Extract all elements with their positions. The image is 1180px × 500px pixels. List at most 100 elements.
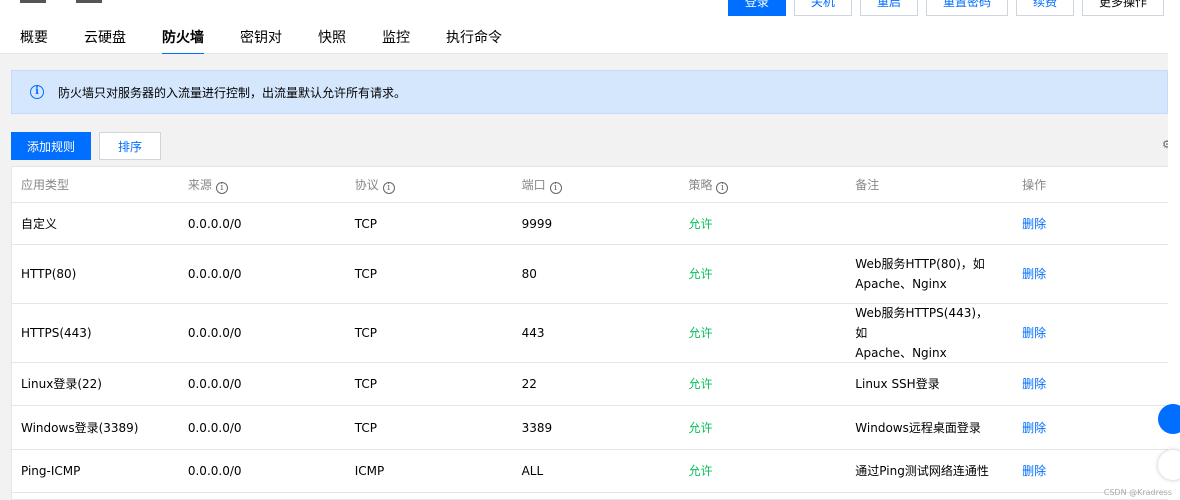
column-header: 协议 i [346,175,513,195]
cell-source: 0.0.0.0/0 [187,464,242,478]
cell-type: Linux登录(22) [21,377,102,391]
cell-policy: 允许 [688,377,713,391]
note-line: Windows远程桌面登录 [855,420,981,435]
note-line: Linux SSH登录 [855,377,940,391]
tab-bar: 概要 云硬盘 防火墙 密钥对 快照 监控 执行命令 [0,22,1168,55]
info-icon[interactable]: i [382,181,395,194]
cell-protocol: TCP [354,420,377,435]
firewall-rules-table: 应用类型 来源 i 协议 i 端口 i 策略 i 备注 操作 自定义 0.0.0.0/0… [11,166,1168,500]
column-header: 来源 i [179,175,346,195]
column-header: 备注 [846,175,1013,195]
cell-policy: 允许 [688,326,713,340]
cell-source: 0.0.0.0/0 [187,377,242,391]
cell-protocol: TCP [354,377,377,391]
cell-type: 自定义 [21,216,58,231]
cell-note: Web服务HTTP(80)，如 Apache、Nginx [846,254,1013,294]
note-line: 通过Ping测试网络连通性 [855,464,989,478]
info-icon[interactable]: i [716,181,729,194]
table-header: 应用类型 来源 i 协议 i 端口 i 策略 i 备注 操作 [12,167,1168,203]
column-label: 策略 [688,177,713,192]
cell-type: HTTP(80) [21,267,77,281]
cell-protocol: TCP [354,216,377,231]
restart-button[interactable]: 重启 [859,0,918,16]
watermark: CSDN @Kradress [1103,488,1172,497]
note-line: Web服务HTTPS(443)，如 [855,306,989,340]
info-icon[interactable]: i [549,181,562,194]
cell-type: Windows登录(3389) [21,420,139,435]
table-row: HTTP(80) 0.0.0.0/0 TCP 80 允许 Web服务HTTP(8… [12,245,1168,304]
reset-password-button[interactable]: 重置密码 [925,0,1008,16]
cell-source: 0.0.0.0/0 [187,216,242,231]
cell-policy: 允许 [688,420,713,435]
column-header: 应用类型 [12,175,179,195]
note-line: Apache、Nginx [855,346,947,360]
delete-link[interactable]: 删除 [1013,323,1168,343]
info-icon[interactable]: i [215,181,228,194]
tab-overview[interactable]: 概要 [20,22,48,54]
help-float-button[interactable] [1158,404,1180,434]
cell-port: ALL [521,464,544,478]
column-label: 操作 [1022,177,1047,192]
info-banner: i 防火墙只对服务器的入流量进行控制，出流量默认允许所有请求。 [11,70,1168,114]
column-header: 端口 i [513,175,680,195]
cell-port: 80 [521,267,537,281]
delete-link[interactable]: 删除 [1013,461,1168,481]
cell-note: Windows远程桌面登录 [846,418,1013,438]
tab-firewall[interactable]: 防火墙 [162,22,204,55]
table-row: HTTPS(443) 0.0.0.0/0 TCP 443 允许 Web服务HTT… [12,304,1168,363]
column-header: 操作 [1013,175,1168,195]
cell-port: 3389 [521,420,553,435]
cell-port: 443 [521,326,545,340]
cell-port: 9999 [521,216,553,231]
column-header: 策略 i [679,175,846,195]
table-row: Linux登录(22) 0.0.0.0/0 TCP 22 允许 Linux SS… [12,363,1168,406]
info-icon: i [30,85,44,99]
delete-link[interactable]: 删除 [1013,264,1168,284]
cell-policy: 允许 [688,267,713,281]
header-actions: 登录 关机 重启 重置密码 续费 更多操作 [727,0,1164,16]
table-row: 自定义 0.0.0.0/0 TCP 9999 允许 删除 [12,203,1168,245]
add-rule-button[interactable]: 添加规则 [11,132,91,160]
sort-button[interactable]: 排序 [99,132,161,160]
app-frame: 登录 关机 重启 重置密码 续费 更多操作 概要 云硬盘 防火墙 密钥对 快照 … [0,0,1168,500]
cell-note: 通过Ping测试网络连通性 [846,461,1013,481]
feedback-float-button[interactable] [1158,450,1180,480]
delete-link[interactable]: 删除 [1013,214,1168,234]
tab-snapshot[interactable]: 快照 [318,22,346,54]
table-row: Windows登录(3389) 0.0.0.0/0 TCP 3389 允许 Wi… [12,406,1168,450]
cell-type: HTTPS(443) [21,326,92,340]
column-label: 来源 [187,177,212,192]
column-label: 端口 [521,177,546,192]
shutdown-button[interactable]: 关机 [793,0,852,16]
login-button[interactable]: 登录 [727,0,786,16]
cell-type: Ping-ICMP [21,464,81,478]
cell-protocol: TCP [354,326,377,340]
more-actions-button[interactable]: 更多操作 [1081,0,1164,16]
tab-key-pair[interactable]: 密钥对 [240,22,282,54]
cell-source: 0.0.0.0/0 [187,267,242,281]
cell-protocol: ICMP [354,464,385,478]
delete-link[interactable]: 删除 [1013,374,1168,394]
cell-policy: 允许 [688,464,713,478]
toolbar: 添加规则 排序 [11,132,161,160]
tab-monitoring[interactable]: 监控 [382,22,410,54]
renew-button[interactable]: 续费 [1015,0,1074,16]
info-text: 防火墙只对服务器的入流量进行控制，出流量默认允许所有请求。 [58,85,407,100]
tab-cloud-disk[interactable]: 云硬盘 [84,22,126,54]
header-title-cut [20,0,140,3]
note-line: Web服务HTTP(80)，如 [855,257,985,271]
column-label: 协议 [354,177,379,192]
cell-policy: 允许 [688,216,713,231]
column-label: 应用类型 [21,177,70,192]
table-row: Ping-ICMP 0.0.0.0/0 ICMP ALL 允许 通过Ping测试… [12,450,1168,493]
delete-link[interactable]: 删除 [1013,418,1168,438]
tab-run-command[interactable]: 执行命令 [446,22,502,54]
cell-source: 0.0.0.0/0 [187,420,242,435]
cell-protocol: TCP [354,267,377,281]
note-line: Apache、Nginx [855,277,947,291]
firewall-panel: i 防火墙只对服务器的入流量进行控制，出流量默认允许所有请求。 添加规则 排序 … [0,54,1168,500]
cell-source: 0.0.0.0/0 [187,326,242,340]
column-label: 备注 [855,177,880,192]
cell-note: Web服务HTTPS(443)，如 Apache、Nginx [846,303,1013,363]
cell-note: Linux SSH登录 [846,374,1013,394]
